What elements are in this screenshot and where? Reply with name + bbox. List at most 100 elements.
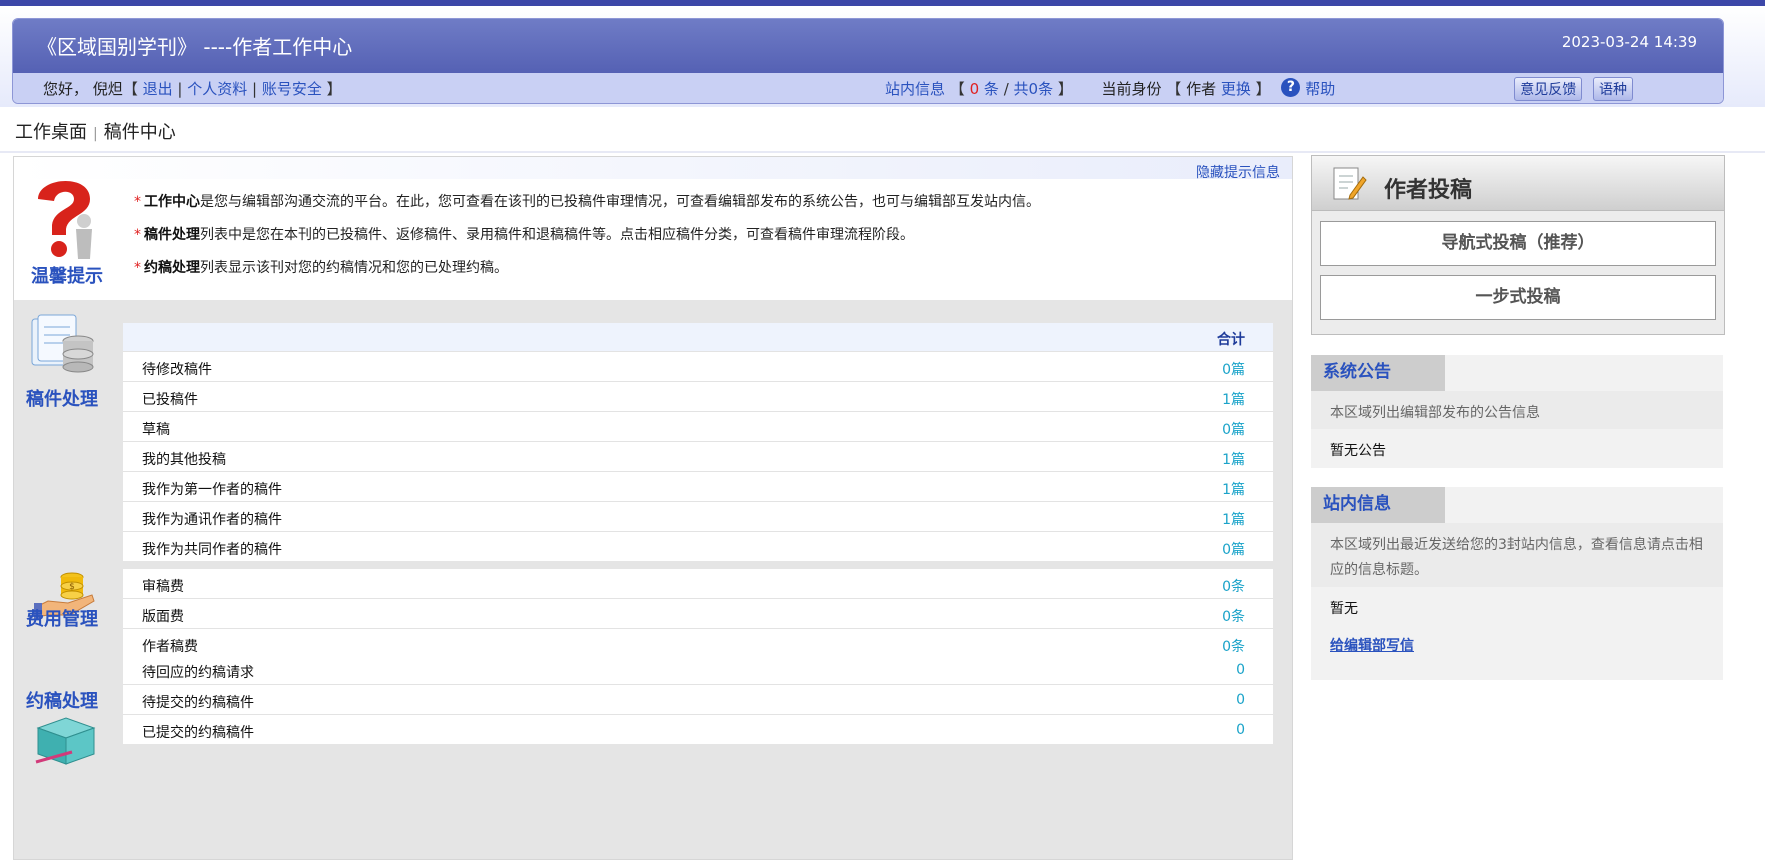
tip-line: * 工作中心是您与编辑部沟通交流的平台。在此，您可查看在该刊的已投稿件审理情况，可… bbox=[134, 191, 1040, 211]
journal-title: 《区域国别学刊》 ----作者工作中心 bbox=[37, 35, 353, 59]
hide-tips-link[interactable]: 隐藏提示信息 bbox=[1196, 162, 1280, 182]
table-row[interactable]: 我作为通讯作者的稿件 1篇 bbox=[123, 501, 1273, 531]
tip-bold: 工作中心 bbox=[144, 194, 200, 210]
table-row[interactable]: 版面费 0条 bbox=[123, 598, 1273, 628]
help-link[interactable]: 帮助 bbox=[1305, 80, 1335, 98]
row-count[interactable]: 0篇 bbox=[1222, 539, 1245, 559]
row-label[interactable]: 草稿 bbox=[142, 419, 170, 439]
tip-text: 列表中是您在本刊的已投稿件、返修稿件、录用稿件和退稿稿件等。点击相应稿件分类，可… bbox=[200, 227, 914, 243]
row-count[interactable]: 0条 bbox=[1222, 606, 1245, 626]
row-label[interactable]: 已投稿件 bbox=[142, 389, 198, 409]
bracket-open: 【 bbox=[949, 80, 970, 98]
username: 倪炟 bbox=[92, 80, 123, 98]
table-row[interactable]: 我的其他投稿 1篇 bbox=[123, 441, 1273, 471]
breadcrumb-separator: | bbox=[93, 126, 98, 142]
submission-panel-header: 作者投稿 bbox=[1312, 156, 1724, 211]
table-row[interactable]: 我作为第一作者的稿件 1篇 bbox=[123, 471, 1273, 501]
role-value: 作者 bbox=[1186, 80, 1217, 98]
header-panel: 《区域国别学刊》 ----作者工作中心 2023-03-24 14:39 您好，… bbox=[12, 18, 1724, 104]
header-nav-row: 您好， 倪炟 【 退出 | 个人资料 | 账号安全 】 站内信息 【 0 条 / … bbox=[13, 73, 1723, 103]
main-content: 隐藏提示信息 温馨提示 * 工作中心是您与编辑部沟通交流的平台。在此，您可查看在该… bbox=[13, 156, 1293, 860]
total-column-header: 合计 bbox=[1217, 332, 1245, 348]
submission-panel-title: 作者投稿 bbox=[1384, 178, 1473, 203]
row-count[interactable]: 0篇 bbox=[1222, 419, 1245, 439]
row-count[interactable]: 0篇 bbox=[1222, 359, 1245, 379]
tip-text: 是您与编辑部沟通交流的平台。在此，您可查看在该刊的已投稿件审理情况，可查看编辑部… bbox=[200, 194, 1040, 210]
tip-bold: 约稿处理 bbox=[144, 260, 200, 276]
row-label[interactable]: 版面费 bbox=[142, 606, 184, 626]
row-label[interactable]: 我作为共同作者的稿件 bbox=[142, 539, 282, 559]
one-step-submission-button[interactable]: 一步式投稿 bbox=[1320, 275, 1716, 320]
table-row[interactable]: 待修改稿件 0篇 bbox=[123, 351, 1273, 381]
nav-separator: | bbox=[177, 80, 188, 98]
row-count[interactable]: 0 bbox=[1236, 722, 1245, 738]
bracket-close: 】 bbox=[1057, 80, 1073, 98]
table-row[interactable]: 作者稿费 0条 bbox=[123, 628, 1273, 658]
account-security-link[interactable]: 账号安全 bbox=[262, 80, 322, 98]
row-count[interactable]: 0 bbox=[1236, 662, 1245, 678]
table-row[interactable]: 待回应的约稿请求 0 bbox=[123, 655, 1273, 684]
svg-text:$: $ bbox=[69, 582, 75, 592]
row-label[interactable]: 待提交的约稿稿件 bbox=[142, 692, 254, 712]
write-to-editor-link[interactable]: 给编辑部写信 bbox=[1330, 635, 1414, 655]
language-button[interactable]: 语种 bbox=[1593, 77, 1633, 101]
feedback-button[interactable]: 意见反馈 bbox=[1514, 77, 1583, 101]
row-count[interactable]: 0条 bbox=[1222, 636, 1245, 656]
table-row[interactable]: 我作为共同作者的稿件 0篇 bbox=[123, 531, 1273, 561]
site-messages-title: 站内信息 bbox=[1311, 487, 1445, 523]
manuscript-icon bbox=[28, 311, 100, 377]
tip-line: * 约稿处理列表显示该刊对您的约稿情况和您的已处理约稿。 bbox=[134, 257, 508, 277]
row-count[interactable]: 1篇 bbox=[1222, 509, 1245, 529]
current-datetime: 2023-03-24 14:39 bbox=[1561, 33, 1697, 51]
table-row[interactable]: 已投稿件 1篇 bbox=[123, 381, 1273, 411]
row-count[interactable]: 1篇 bbox=[1222, 449, 1245, 469]
switch-role-link[interactable]: 更换 bbox=[1221, 80, 1251, 98]
row-label[interactable]: 作者稿费 bbox=[142, 636, 198, 656]
row-count[interactable]: 1篇 bbox=[1222, 389, 1245, 409]
site-messages-link[interactable]: 站内信息 bbox=[885, 80, 945, 98]
tips-header-strip bbox=[14, 157, 1292, 179]
required-star: * bbox=[134, 260, 141, 276]
announcements-panel: 系统公告 本区域列出编辑部发布的公告信息 暂无公告 bbox=[1311, 355, 1723, 468]
table-row[interactable]: 审稿费 0条 bbox=[123, 569, 1273, 598]
row-label[interactable]: 我作为第一作者的稿件 bbox=[142, 479, 282, 499]
row-count[interactable]: 1篇 bbox=[1222, 479, 1245, 499]
breadcrumb-current[interactable]: 稿件中心 bbox=[104, 122, 176, 143]
greeting-text: 您好， bbox=[43, 80, 89, 98]
total-messages[interactable]: 共0条 bbox=[1014, 80, 1054, 98]
table-row[interactable]: 待提交的约稿稿件 0 bbox=[123, 684, 1273, 714]
row-label[interactable]: 待修改稿件 bbox=[142, 359, 212, 379]
header-actions: 意见反馈 语种 bbox=[1508, 77, 1633, 101]
status-nav: 站内信息 【 0 条 / 共0条 】 当前身份 【 作者 更换 】 ? 帮助 bbox=[885, 78, 1335, 99]
document-pencil-icon bbox=[1330, 165, 1368, 203]
table-header: 合计 bbox=[123, 323, 1273, 351]
tip-line: * 稿件处理列表中是您在本刊的已投稿件、返修稿件、录用稿件和退稿稿件等。点击相应稿… bbox=[134, 224, 914, 244]
site-messages-empty: 暂无 bbox=[1330, 601, 1358, 617]
manuscript-table: 合计 待修改稿件 0篇 已投稿件 1篇 草稿 0篇 我的其他投稿 1篇 我作为第一作者的… bbox=[123, 323, 1273, 561]
row-count[interactable]: 0条 bbox=[1222, 576, 1245, 596]
bracket-close: 】 bbox=[1255, 80, 1271, 98]
nav-separator: | bbox=[252, 80, 262, 98]
unread-unit[interactable]: 条 bbox=[984, 80, 999, 98]
breadcrumb-home[interactable]: 工作桌面 bbox=[15, 122, 87, 143]
row-label[interactable]: 已提交的约稿稿件 bbox=[142, 722, 254, 742]
profile-link[interactable]: 个人资料 bbox=[187, 80, 247, 98]
fees-section-label: 费用管理 bbox=[26, 609, 98, 630]
tips-section-label: 温馨提示 bbox=[31, 266, 103, 287]
guided-submission-button[interactable]: 导航式投稿（推荐） bbox=[1320, 221, 1716, 266]
row-count[interactable]: 0 bbox=[1236, 692, 1245, 708]
row-label[interactable]: 我作为通讯作者的稿件 bbox=[142, 509, 282, 529]
invitations-section-label: 约稿处理 bbox=[26, 691, 98, 712]
row-label[interactable]: 我的其他投稿 bbox=[142, 449, 226, 469]
table-row[interactable]: 草稿 0篇 bbox=[123, 411, 1273, 441]
row-label[interactable]: 待回应的约稿请求 bbox=[142, 662, 254, 682]
row-label[interactable]: 审稿费 bbox=[142, 576, 184, 596]
table-row[interactable]: 已提交的约稿稿件 0 bbox=[123, 714, 1273, 744]
slash-separator: / bbox=[1003, 80, 1014, 98]
site-messages-description: 本区域列出最近发送给您的3封站内信息，查看信息请点击相应的信息标题。 bbox=[1311, 523, 1723, 587]
site-messages-panel: 站内信息 本区域列出最近发送给您的3封站内信息，查看信息请点击相应的信息标题。 … bbox=[1311, 487, 1723, 680]
help-icon[interactable]: ? bbox=[1281, 78, 1301, 97]
announcements-title: 系统公告 bbox=[1311, 355, 1445, 391]
tip-bold: 稿件处理 bbox=[144, 227, 200, 243]
logout-link[interactable]: 退出 bbox=[143, 80, 173, 98]
